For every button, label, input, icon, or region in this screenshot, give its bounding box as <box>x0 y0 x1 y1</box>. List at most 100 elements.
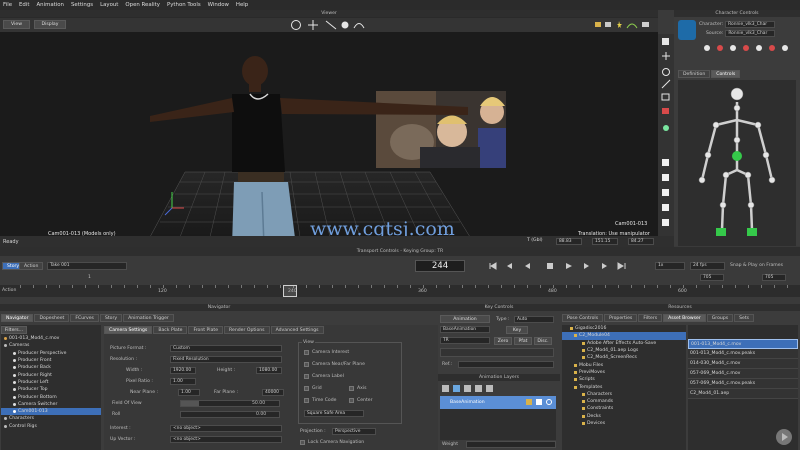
folder-item-selected[interactable]: C2_Module04 <box>562 332 686 340</box>
tool-icons[interactable] <box>658 34 674 234</box>
tab-dopesheet[interactable]: Dopesheet <box>34 314 70 322</box>
check-camera-interest[interactable]: Camera Interest <box>304 350 349 355</box>
tree-item-cameras[interactable]: Cameras <box>1 342 101 349</box>
layer-tools[interactable] <box>442 384 552 394</box>
tree-item-cam-selected[interactable]: Cam001-013 <box>1 407 101 416</box>
timecode-display[interactable]: 244 <box>415 260 465 272</box>
tab-story[interactable]: Story <box>99 314 123 322</box>
checkbox[interactable] <box>304 386 309 391</box>
tab-navigator[interactable]: Navigator <box>1 314 34 322</box>
source-select[interactable]: Ronnie_vlk3_Char <box>725 30 776 37</box>
playhead[interactable] <box>283 285 297 297</box>
folder-item[interactable]: Scripts <box>562 376 686 383</box>
layer-solo-icon[interactable] <box>546 399 552 405</box>
keying-group-select[interactable]: TR <box>440 337 490 344</box>
menu-edit[interactable]: Edit <box>19 2 29 8</box>
tab-fcurves[interactable]: FCurves <box>70 314 99 322</box>
animation-button[interactable]: Animation <box>440 315 490 323</box>
ref-input[interactable] <box>458 361 554 368</box>
range-end-b[interactable]: 705 <box>762 274 786 281</box>
tab-front-plate[interactable]: Front Plate <box>188 326 224 334</box>
display-button[interactable]: Display <box>34 20 66 29</box>
checkbox[interactable] <box>349 398 354 403</box>
coord-x[interactable]: 88.83 <box>556 238 582 245</box>
folder-item[interactable]: Decks <box>562 413 686 420</box>
filters-button[interactable]: Filters... <box>1 326 27 334</box>
picture-format-select[interactable]: Custom <box>170 345 282 352</box>
type-select[interactable]: Auto <box>514 316 554 323</box>
tab-back-plate[interactable]: Back Plate <box>153 326 188 334</box>
file-item[interactable]: C2_Mod4_01.aep <box>688 389 798 399</box>
check-camera-label[interactable]: Camera Label <box>304 374 344 379</box>
checkbox[interactable] <box>304 350 309 355</box>
action-tab[interactable]: Action <box>19 262 44 270</box>
key-button[interactable]: Key <box>506 326 528 334</box>
tree-item-control-rigs[interactable]: Control Rigs <box>1 423 101 430</box>
tab-animation-trigger[interactable]: Animation Trigger <box>123 314 174 322</box>
tree-item-mov[interactable]: 001-013_Mod4_c.mov <box>1 335 101 342</box>
weight-slider[interactable] <box>466 441 556 448</box>
folder-item[interactable]: Gigadisc2016 <box>562 325 686 332</box>
folder-item[interactable]: Devices <box>562 420 686 427</box>
folder-item[interactable]: C2_Mod4_01.aep Logs <box>562 347 686 354</box>
checkbox[interactable] <box>304 398 309 403</box>
file-item[interactable]: 001-013_Mod4_c.mov.peaks <box>688 349 798 359</box>
menu-file[interactable]: File <box>3 2 12 8</box>
character-select[interactable]: Ronnie_vlk3_Char <box>725 21 776 28</box>
tab-controls[interactable]: Controls <box>711 70 741 78</box>
folder-item[interactable]: Templates <box>562 383 686 390</box>
tree-item-characters[interactable]: Characters <box>1 415 101 422</box>
folder-item[interactable]: C2_Mod4_ScreenRecs <box>562 354 686 361</box>
upvector-select[interactable]: <no object> <box>170 436 282 443</box>
layer-lock-icon[interactable] <box>526 399 532 405</box>
check-axis[interactable]: Axis <box>349 386 367 391</box>
interest-select[interactable]: <no object> <box>170 425 282 432</box>
check-time-code[interactable]: Time Code <box>304 398 336 403</box>
file-item[interactable]: 014-030_Mod4_c.mov <box>688 359 798 369</box>
tree-item-cam[interactable]: Producer Bottom <box>1 393 101 400</box>
tree-item-cam[interactable]: Camera Switcher <box>1 401 101 408</box>
checkbox[interactable] <box>304 362 309 367</box>
view-button[interactable]: View <box>3 20 30 29</box>
folder-item[interactable]: PreviMoves <box>562 369 686 376</box>
menu-open-reality[interactable]: Open Reality <box>125 2 160 8</box>
tree-item-cam[interactable]: Producer Back <box>1 364 101 371</box>
tree-item-cam[interactable]: Producer Front <box>1 357 101 364</box>
tab-advanced-settings[interactable]: Advanced Settings <box>270 326 324 334</box>
menu-python-tools[interactable]: Python Tools <box>167 2 201 8</box>
speed-select[interactable]: 1x <box>655 262 685 270</box>
tree-item-cam[interactable]: Producer Perspective <box>1 350 101 357</box>
pfat-button[interactable]: Pfat <box>514 337 532 345</box>
folder-item[interactable]: Adobe After Effects Auto-Save <box>562 340 686 347</box>
coord-y[interactable]: 151.15 <box>592 238 618 245</box>
tab-asset-browser[interactable]: Asset Browser <box>663 314 706 322</box>
play-overlay-icon[interactable] <box>776 429 792 445</box>
near-plane-input[interactable]: 1.00 <box>178 389 200 396</box>
folder-item[interactable]: Constraints <box>562 405 686 412</box>
disc-button[interactable]: Disc. <box>534 337 552 345</box>
character-toolbar-icons[interactable] <box>702 42 798 54</box>
checkbox[interactable] <box>349 386 354 391</box>
tree-item-cam[interactable]: Producer Top <box>1 386 101 393</box>
layer-row-selected[interactable]: BaseAnimation <box>440 396 556 409</box>
viewer-right-tools[interactable] <box>595 20 655 30</box>
check-center[interactable]: Center <box>349 398 372 403</box>
layer-mute-icon[interactable] <box>536 399 542 405</box>
menu-animation[interactable]: Animation <box>36 2 63 8</box>
check-near-far[interactable]: Camera Near/Far Plane <box>304 362 365 367</box>
projection-select[interactable]: Perspective <box>332 428 376 435</box>
menu-window[interactable]: Window <box>208 2 229 8</box>
width-input[interactable]: 1920.00 <box>170 367 196 374</box>
range-end-a[interactable]: 705 <box>700 274 724 281</box>
menu-settings[interactable]: Settings <box>71 2 93 8</box>
height-input[interactable]: 1080.00 <box>256 367 282 374</box>
tab-filters[interactable]: Filters <box>638 314 663 322</box>
tab-sets[interactable]: Sets <box>734 314 755 322</box>
fps-select[interactable]: 24 fps <box>690 262 725 270</box>
range-start[interactable]: 1 <box>88 275 91 280</box>
tab-pose-controls[interactable]: Pose Controls <box>562 314 604 322</box>
tab-render-options[interactable]: Render Options <box>224 326 270 334</box>
snap-select[interactable]: Snap & Play on Frames <box>730 263 783 268</box>
base-animation-select[interactable]: BaseAnimation <box>440 326 490 333</box>
tab-groups[interactable]: Groups <box>706 314 734 322</box>
